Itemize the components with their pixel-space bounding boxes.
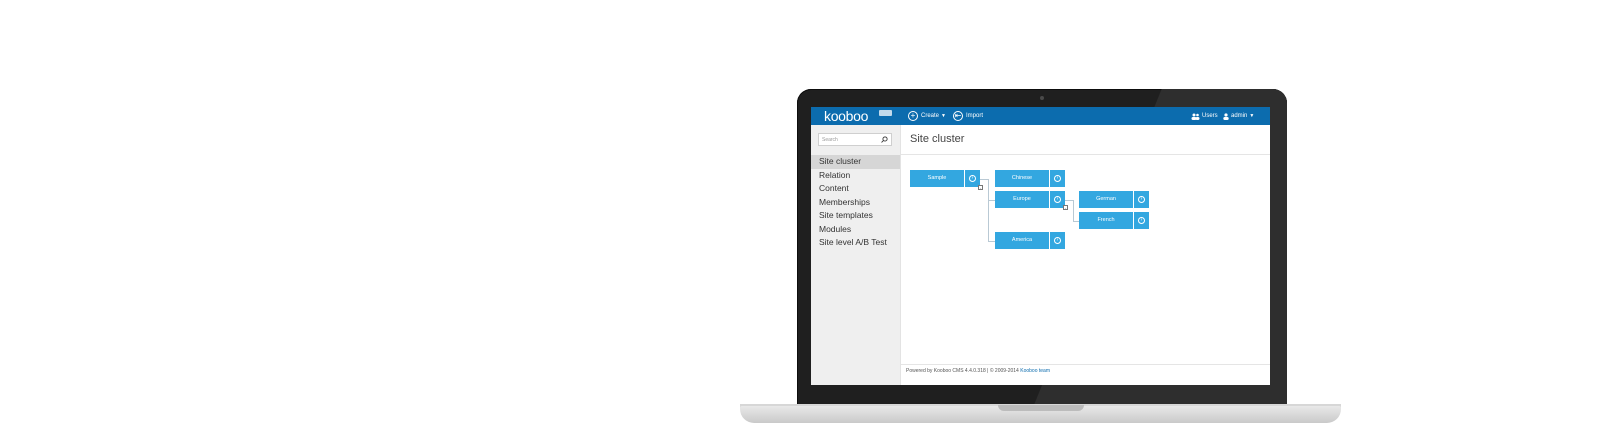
- search-input[interactable]: Search: [822, 137, 838, 143]
- import-label: Import: [966, 113, 984, 119]
- node-label: America: [1011, 237, 1033, 243]
- admin-menu[interactable]: admin ▼: [1223, 110, 1254, 122]
- app-screen: kooboo + Create ▼ ⇤ Import Users admin ▼: [811, 107, 1270, 385]
- arrow-right-icon: ›: [1054, 175, 1061, 182]
- node-label: Europe: [1013, 196, 1031, 202]
- node-action-button[interactable]: ›: [1133, 191, 1149, 208]
- create-label: Create: [921, 113, 940, 119]
- node-label: Chinese: [1011, 175, 1033, 181]
- users-label: Users: [1202, 113, 1218, 119]
- chevron-down-icon: ▼: [1249, 113, 1255, 119]
- admin-label: admin: [1231, 113, 1248, 119]
- tree-node-german[interactable]: German ›: [1079, 191, 1149, 208]
- version-badge: [879, 110, 892, 116]
- sidebar-item-ab-test[interactable]: Site level A/B Test: [811, 236, 900, 250]
- tree-connector: [988, 241, 995, 242]
- node-label: Sample: [927, 175, 947, 181]
- users-icon: [1191, 113, 1200, 120]
- node-label: French: [1097, 217, 1115, 223]
- arrow-right-icon: ›: [1138, 196, 1145, 203]
- search-box[interactable]: Search: [818, 133, 892, 146]
- tree-node-french[interactable]: French ›: [1079, 212, 1149, 229]
- create-menu[interactable]: + Create ▼: [908, 110, 946, 122]
- collapse-toggle[interactable]: -: [978, 185, 983, 190]
- node-action-button[interactable]: ›: [1049, 170, 1065, 187]
- logo[interactable]: kooboo: [824, 108, 868, 124]
- user-icon: [1223, 112, 1229, 120]
- tree-connector: [1065, 200, 1073, 201]
- node-action-button[interactable]: ›: [1049, 232, 1065, 249]
- arrow-right-icon: ›: [969, 175, 976, 182]
- import-icon: ⇤: [953, 111, 963, 121]
- tree-connector: [988, 179, 989, 242]
- sidebar: Search Site cluster Relation Content Mem…: [811, 125, 900, 385]
- footer: Powered by Kooboo CMS 4.4.0.318 | © 2009…: [906, 368, 1050, 374]
- arrow-right-icon: ›: [1054, 196, 1061, 203]
- collapse-toggle[interactable]: -: [1063, 205, 1068, 210]
- node-action-button[interactable]: ›: [1133, 212, 1149, 229]
- sidebar-item-content[interactable]: Content: [811, 182, 900, 196]
- laptop-notch: [998, 405, 1084, 411]
- tree-node-america[interactable]: America ›: [995, 232, 1065, 249]
- tree-node-chinese[interactable]: Chinese ›: [995, 170, 1065, 187]
- page-title: Site cluster: [910, 133, 965, 145]
- sidebar-item-site-cluster[interactable]: Site cluster: [811, 155, 900, 169]
- import-button[interactable]: ⇤ Import: [953, 110, 983, 122]
- tree-connector: [988, 200, 995, 201]
- sidebar-item-site-templates[interactable]: Site templates: [811, 209, 900, 223]
- divider: [901, 154, 1270, 155]
- tree-connector: [1073, 200, 1074, 222]
- main-content: Site cluster Sample › - Chinese › Europe…: [900, 125, 1270, 385]
- users-link[interactable]: Users: [1191, 110, 1218, 122]
- sidebar-item-modules[interactable]: Modules: [811, 223, 900, 237]
- divider: [901, 364, 1270, 365]
- chevron-down-icon: ▼: [941, 113, 946, 119]
- search-icon[interactable]: [881, 136, 888, 143]
- arrow-right-icon: ›: [1138, 217, 1145, 224]
- footer-text: Powered by Kooboo CMS 4.4.0.318 | © 2009…: [906, 368, 1019, 374]
- sidebar-item-relation[interactable]: Relation: [811, 169, 900, 183]
- tree-node-europe[interactable]: Europe ›: [995, 191, 1065, 208]
- plus-icon: +: [908, 111, 918, 121]
- top-bar: kooboo + Create ▼ ⇤ Import Users admin ▼: [811, 107, 1270, 125]
- arrow-right-icon: ›: [1054, 237, 1061, 244]
- sidebar-menu: Site cluster Relation Content Membership…: [811, 155, 900, 250]
- tree-connector: [980, 179, 988, 180]
- footer-link[interactable]: Kooboo team: [1020, 368, 1050, 374]
- tree-node-sample[interactable]: Sample ›: [910, 170, 980, 187]
- camera-icon: [1040, 96, 1044, 100]
- sidebar-item-memberships[interactable]: Memberships: [811, 196, 900, 210]
- node-label: German: [1096, 196, 1116, 202]
